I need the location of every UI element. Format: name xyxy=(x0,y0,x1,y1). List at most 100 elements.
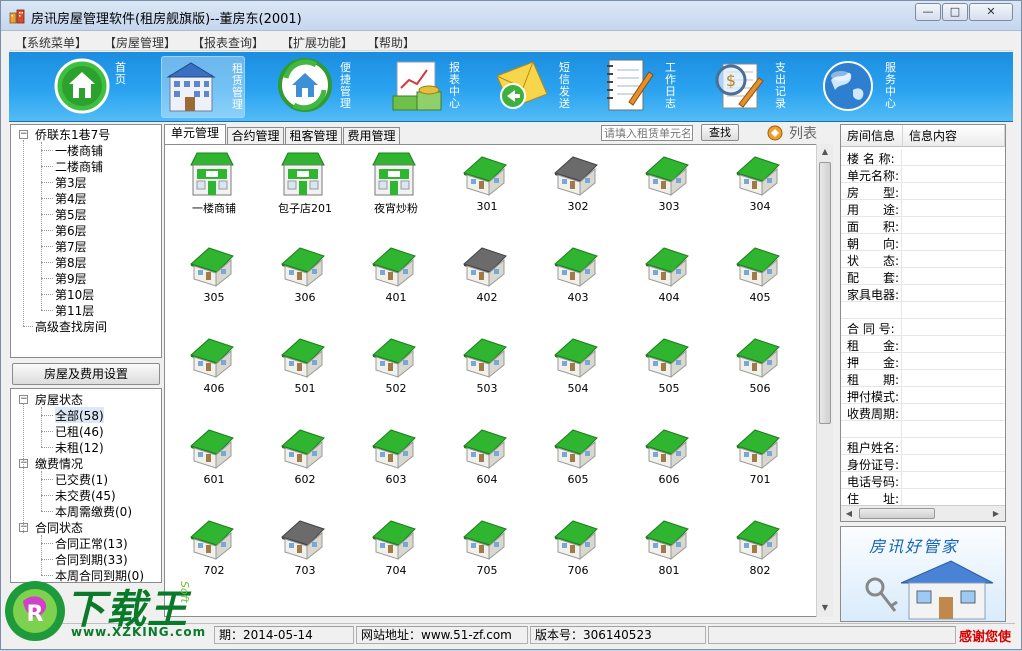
room-tile[interactable]: 605 xyxy=(533,420,615,506)
tree-floor-item[interactable]: 第6层 xyxy=(55,222,87,238)
tree-floor-item[interactable]: 第7层 xyxy=(55,238,87,254)
scroll-up-icon[interactable]: ▲ xyxy=(820,146,830,158)
room-tile[interactable]: 406 xyxy=(169,329,251,415)
filter-item[interactable]: 未交费(45) xyxy=(55,487,116,503)
info-row: 配 套: xyxy=(841,268,1005,285)
menu-house-management[interactable]: 【房屋管理】 xyxy=(104,34,176,51)
tab-fee-management[interactable]: 费用管理 xyxy=(343,127,400,145)
room-tile[interactable]: 502 xyxy=(351,329,433,415)
toolbar-expenses-button[interactable]: $ 支出记录 xyxy=(709,56,791,118)
tree-collapse-icon[interactable]: − xyxy=(19,130,28,139)
toolbar-rental-button[interactable]: 租赁管理 xyxy=(161,56,245,118)
room-tile[interactable]: 705 xyxy=(442,511,524,597)
room-tile[interactable]: 404 xyxy=(624,238,706,324)
scroll-right-icon[interactable]: ▶ xyxy=(991,508,1001,520)
room-tile[interactable]: 503 xyxy=(442,329,524,415)
room-tile[interactable]: 802 xyxy=(715,511,797,597)
minimize-button[interactable]: — xyxy=(915,3,941,21)
toolbar-worklog-button[interactable]: 工作日志 xyxy=(599,56,681,118)
menu-report-query[interactable]: 【报表查询】 xyxy=(192,34,264,51)
room-tile[interactable]: 包子店201 xyxy=(260,147,342,233)
close-button[interactable]: ✕ xyxy=(969,3,1013,21)
horizontal-scroll-thumb[interactable] xyxy=(859,508,935,519)
room-tile[interactable]: 601 xyxy=(169,420,251,506)
room-tile[interactable]: 301 xyxy=(442,147,524,233)
tree-floor-item[interactable]: 二楼商铺 xyxy=(55,158,103,174)
tree-floor-item[interactable]: 第3层 xyxy=(55,174,87,190)
room-tile[interactable]: 704 xyxy=(351,511,433,597)
tree-floor-item[interactable]: 第8层 xyxy=(55,254,87,270)
room-tile[interactable]: 405 xyxy=(715,238,797,324)
room-tile[interactable]: 504 xyxy=(533,329,615,415)
toolbar-reports-button[interactable]: 报表中心 xyxy=(389,56,469,118)
room-tile[interactable]: 401 xyxy=(351,238,433,324)
room-tile[interactable]: 402 xyxy=(442,238,524,324)
filter-group-label[interactable]: 合同状态 xyxy=(35,519,83,535)
room-label: 305 xyxy=(203,291,225,304)
tab-unit-management[interactable]: 单元管理 xyxy=(164,124,226,145)
house-icon xyxy=(736,429,780,470)
room-tile[interactable]: 一楼商铺 xyxy=(169,147,251,233)
room-tile[interactable]: 506 xyxy=(715,329,797,415)
room-tile[interactable]: 606 xyxy=(624,420,706,506)
search-button[interactable]: 查找 xyxy=(701,124,739,141)
room-tile[interactable]: 302 xyxy=(533,147,615,233)
room-tile[interactable]: 603 xyxy=(351,420,433,506)
room-tile[interactable]: 706 xyxy=(533,511,615,597)
toolbar-convenience-button[interactable]: 便捷管理 xyxy=(276,56,356,118)
maximize-button[interactable]: □ xyxy=(942,3,968,21)
scroll-down-icon[interactable]: ▼ xyxy=(820,602,830,614)
tree-floor-item[interactable]: 一楼商铺 xyxy=(55,142,103,158)
scroll-thumb[interactable] xyxy=(819,162,831,424)
filter-item[interactable]: 已交费(1) xyxy=(55,471,108,487)
room-tile[interactable]: 701 xyxy=(715,420,797,506)
house-icon xyxy=(554,156,598,197)
tree-root-building[interactable]: 侨联东1巷7号 xyxy=(35,126,110,142)
tree-floor-item[interactable]: 第10层 xyxy=(55,286,94,302)
filter-item[interactable]: 本周需缴费(0) xyxy=(55,503,132,519)
filter-item[interactable]: 未租(12) xyxy=(55,439,104,455)
room-tile[interactable]: 403 xyxy=(533,238,615,324)
menu-system[interactable]: 【系统菜单】 xyxy=(15,34,87,51)
room-tile[interactable]: 306 xyxy=(260,238,342,324)
filter-item[interactable]: 已租(46) xyxy=(55,423,104,439)
filter-item[interactable]: 合同正常(13) xyxy=(55,535,128,551)
menu-extensions[interactable]: 【扩展功能】 xyxy=(281,34,353,51)
filter-item[interactable]: 全部(58) xyxy=(55,407,104,423)
scroll-left-icon[interactable]: ◀ xyxy=(844,508,854,520)
tree-floor-item[interactable]: 第5层 xyxy=(55,206,87,222)
advanced-room-search[interactable]: 高级查找房间 xyxy=(35,318,107,334)
toolbar-service-button[interactable]: 服务中心 xyxy=(819,56,901,118)
filter-group-label[interactable]: 房屋状态 xyxy=(35,391,83,407)
tree-floor-item[interactable]: 第9层 xyxy=(55,270,87,286)
status-website[interactable]: 网站地址：www.51-zf.com xyxy=(356,626,528,644)
tree-floor-item[interactable]: 第4层 xyxy=(55,190,87,206)
room-tile[interactable]: 703 xyxy=(260,511,342,597)
filter-group-label[interactable]: 缴费情况 xyxy=(35,455,83,471)
room-tile[interactable]: 305 xyxy=(169,238,251,324)
room-tile[interactable]: 602 xyxy=(260,420,342,506)
info-field-label: 朝 向: xyxy=(847,237,900,251)
tree-floor-item[interactable]: 第11层 xyxy=(55,302,94,318)
tab-contract-management[interactable]: 合约管理 xyxy=(227,127,284,145)
room-tile[interactable]: 304 xyxy=(715,147,797,233)
room-tile[interactable]: 夜宵炒粉 xyxy=(351,147,433,233)
promo-banner[interactable]: 房讯好管家 xyxy=(840,526,1006,622)
filter-item[interactable]: 合同到期(33) xyxy=(55,551,128,567)
house-fee-settings-button[interactable]: 房屋及费用设置 xyxy=(12,363,160,385)
info-horizontal-scrollbar[interactable]: ◀ ▶ xyxy=(841,505,1005,521)
list-view-toggle[interactable]: 列表 xyxy=(789,123,817,143)
menu-help[interactable]: 【帮助】 xyxy=(367,34,415,51)
rental-unit-search-input[interactable] xyxy=(601,125,693,141)
toolbar-home-button[interactable]: 首页 xyxy=(53,56,133,118)
room-tile[interactable]: 801 xyxy=(624,511,706,597)
toolbar-sms-button[interactable]: 短信发送 xyxy=(493,56,575,118)
room-grid-scrollbar[interactable]: ▲ ▼ xyxy=(816,144,833,617)
room-tile[interactable]: 604 xyxy=(442,420,524,506)
list-view-icon[interactable] xyxy=(767,125,783,141)
room-tile[interactable]: 505 xyxy=(624,329,706,415)
tree-connector xyxy=(41,431,53,432)
room-tile[interactable]: 303 xyxy=(624,147,706,233)
tab-tenant-management[interactable]: 租客管理 xyxy=(285,127,342,145)
room-tile[interactable]: 501 xyxy=(260,329,342,415)
